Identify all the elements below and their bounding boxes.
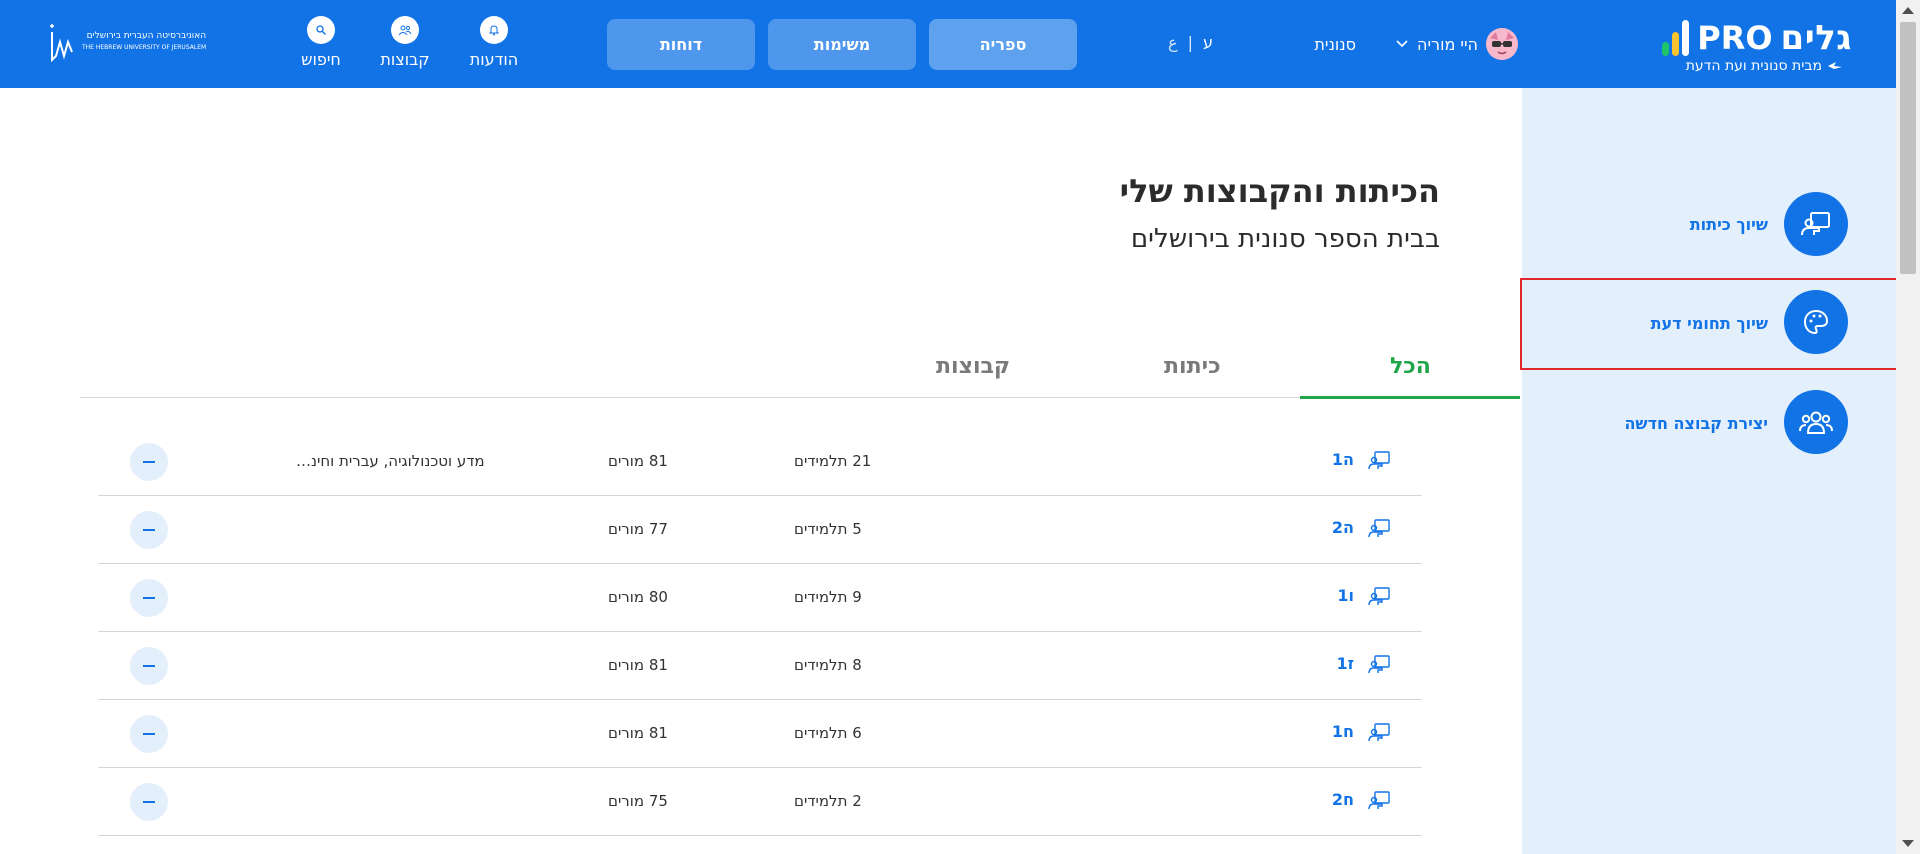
row-class-name[interactable]: ה1: [1332, 450, 1354, 469]
row-teachers: 81 מורים: [608, 452, 668, 470]
scroll-up-arrow-icon[interactable]: [1902, 7, 1914, 14]
lang-separator: |: [1187, 33, 1193, 52]
top-header: גלים PRO מבית סנונית ועת הדעת היי מוריה …: [0, 0, 1896, 88]
sidebar-item-assign-classes[interactable]: שיוך כיתות: [1522, 180, 1896, 268]
minus-icon: [143, 665, 155, 667]
groups-label: קבוצות: [380, 50, 430, 69]
user-menu[interactable]: היי מוריה: [1395, 28, 1518, 60]
remove-button[interactable]: [130, 579, 168, 617]
minus-icon: [143, 461, 155, 463]
row-teachers: 81 מורים: [608, 656, 668, 674]
list-item[interactable]: 81 מורים 6 תלמידים ח1: [98, 700, 1422, 768]
row-teachers: 81 מורים: [608, 724, 668, 742]
sidebar-item-label: שיוך כיתות: [1689, 215, 1768, 234]
lang-arabic[interactable]: ع: [1168, 33, 1178, 52]
minus-icon: [143, 529, 155, 531]
classes-list: מדע וטכנולוגיה, עברית וחינ… 81 מורים 21 …: [98, 428, 1422, 836]
remove-button[interactable]: [130, 647, 168, 685]
huji-emblem-icon: [50, 24, 73, 62]
list-item[interactable]: 80 מורים 9 תלמידים ו1: [98, 564, 1422, 632]
tab-all[interactable]: הכל: [1390, 354, 1431, 379]
remove-button[interactable]: [130, 443, 168, 481]
nav-reports-button[interactable]: דוחות: [607, 19, 755, 70]
nav-library-button[interactable]: ספריה: [929, 19, 1077, 70]
brand-pro: PRO: [1697, 19, 1773, 57]
sidebar-item-label: יצירת קבוצה חדשה: [1624, 414, 1768, 433]
remove-button[interactable]: [130, 783, 168, 821]
tab-classes[interactable]: כיתות: [1164, 354, 1221, 379]
nav-tasks-button[interactable]: משימות: [768, 19, 916, 70]
list-item[interactable]: 75 מורים 2 תלמידים ח2: [98, 768, 1422, 836]
tabs: הכל כיתות קבוצות: [80, 346, 1520, 399]
classroom-icon: [1368, 451, 1390, 470]
row-students: 6 תלמידים: [794, 724, 862, 742]
people-icon: [391, 16, 419, 44]
school-name[interactable]: סנונית: [1314, 35, 1356, 54]
teacher-board-icon: [1784, 192, 1848, 256]
row-teachers: 77 מורים: [608, 520, 668, 538]
classroom-icon: [1368, 519, 1390, 538]
brand-name: גלים: [1780, 18, 1852, 58]
row-students: 9 תלמידים: [794, 588, 862, 606]
row-class-name[interactable]: ח2: [1332, 790, 1354, 809]
list-item[interactable]: 81 מורים 8 תלמידים ז1: [98, 632, 1422, 700]
row-class-name[interactable]: ז1: [1336, 654, 1354, 673]
lang-hebrew[interactable]: ע: [1203, 33, 1213, 52]
huji-name-hebrew: האוניברסיטה העברית בירושלים: [86, 31, 207, 41]
users-group-icon: [1784, 390, 1848, 454]
scroll-thumb[interactable]: [1900, 22, 1916, 274]
sidebar-item-create-group[interactable]: יצירת קבוצה חדשה: [1522, 380, 1896, 468]
avatar: [1486, 28, 1518, 60]
row-teachers: 75 מורים: [608, 792, 668, 810]
messages-button[interactable]: הודעות: [459, 16, 529, 69]
classroom-icon: [1368, 791, 1390, 810]
classroom-icon: [1368, 655, 1390, 674]
page-subtitle: בבית הספר סנונית בירושלים: [1130, 224, 1440, 254]
row-teachers: 80 מורים: [608, 588, 668, 606]
scroll-down-arrow-icon[interactable]: [1902, 840, 1914, 847]
row-class-name[interactable]: ו1: [1337, 586, 1354, 605]
list-item[interactable]: 77 מורים 5 תלמידים ה2: [98, 496, 1422, 564]
row-class-name[interactable]: ח1: [1332, 722, 1354, 741]
sidebar: שיוך כיתות שיוך תחומי דעת יצירת קבוצה חד…: [1520, 88, 1898, 854]
remove-button[interactable]: [130, 511, 168, 549]
huji-name-english: THE HEBREW UNIVERSITY OF JERUSALEM: [82, 44, 207, 51]
minus-icon: [143, 733, 155, 735]
sidebar-item-label: שיוך תחומי דעת: [1650, 314, 1768, 333]
sidebar-item-assign-subjects[interactable]: שיוך תחומי דעת: [1520, 278, 1898, 370]
language-switch: ע | ع: [1168, 33, 1213, 52]
search-icon: [307, 16, 335, 44]
minus-icon: [143, 801, 155, 803]
row-students: 8 תלמידים: [794, 656, 862, 674]
list-item[interactable]: מדע וטכנולוגיה, עברית וחינ… 81 מורים 21 …: [98, 428, 1422, 496]
groups-button[interactable]: קבוצות: [370, 16, 440, 69]
classroom-icon: [1368, 587, 1390, 606]
bell-icon: [480, 16, 508, 44]
huji-logo[interactable]: האוניברסיטה העברית בירושלים THE HEBREW U…: [48, 22, 206, 62]
brand-tagline: מבית סנונית ועת הדעת: [1685, 58, 1822, 74]
classroom-icon: [1368, 723, 1390, 742]
active-tab-indicator: [1300, 396, 1520, 399]
messages-label: הודעות: [469, 50, 519, 69]
user-greeting: היי מוריה: [1417, 34, 1478, 54]
remove-button[interactable]: [130, 715, 168, 753]
page-scrollbar[interactable]: [1896, 0, 1920, 854]
palette-icon: [1784, 290, 1848, 354]
brand-logo[interactable]: גלים PRO מבית סנונית ועת הדעת: [1602, 16, 1852, 78]
chevron-down-icon: [1396, 40, 1408, 48]
search-button[interactable]: חיפוש: [286, 16, 356, 69]
row-students: 21 תלמידים: [794, 452, 872, 470]
row-class-name[interactable]: ה2: [1332, 518, 1354, 537]
tab-groups[interactable]: קבוצות: [936, 354, 1010, 379]
row-students: 5 תלמידים: [794, 520, 862, 538]
search-label: חיפוש: [301, 50, 341, 69]
page-title: הכיתות והקבוצות שלי: [1119, 172, 1440, 210]
minus-icon: [143, 597, 155, 599]
brand-bars-icon: [1662, 20, 1690, 56]
row-students: 2 תלמידים: [794, 792, 862, 810]
bird-icon: [1828, 62, 1842, 69]
row-subjects: מדע וטכנולוגיה, עברית וחינ…: [296, 452, 485, 470]
